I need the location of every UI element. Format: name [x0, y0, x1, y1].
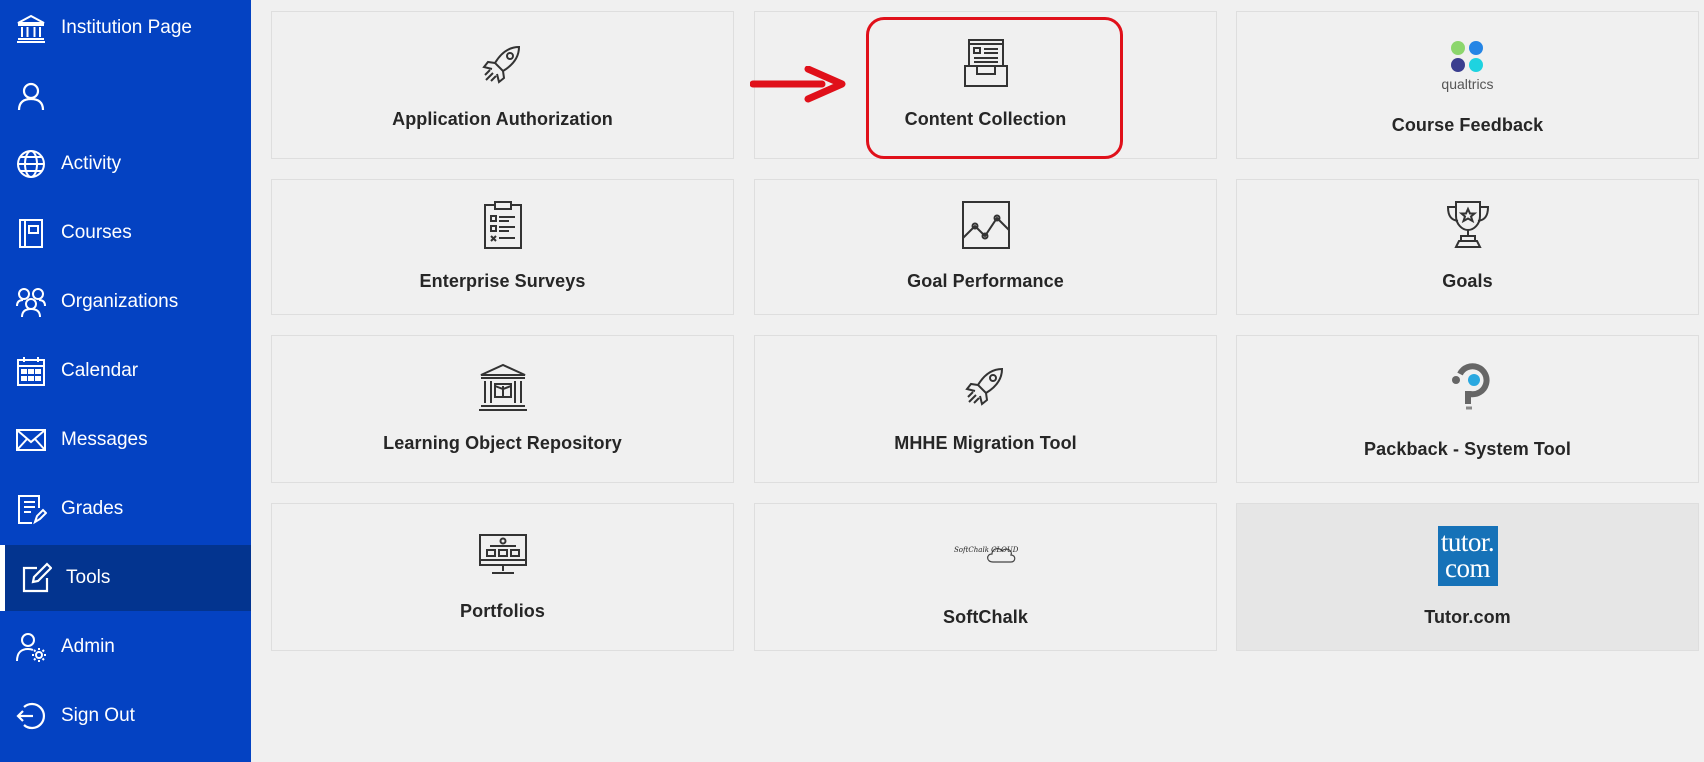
sidebar-nav: Institution Page Activity Courses Organi… — [0, 0, 251, 762]
sidebar-item-label: Sign Out — [61, 705, 135, 726]
tool-tile-label: Goal Performance — [907, 271, 1064, 291]
sidebar-item-label: Calendar — [61, 360, 139, 381]
sidebar-item-profile[interactable] — [0, 63, 251, 129]
sidebar-item-institution-page[interactable]: Institution Page — [0, 0, 251, 61]
softchalk-logo-text: SoftChalk CLOUD — [954, 546, 1019, 554]
tool-tile-label: Tutor.com — [1424, 607, 1511, 627]
rocket-icon — [962, 363, 1010, 411]
sidebar-item-organizations[interactable]: Organizations — [0, 269, 251, 335]
tool-tile-goal-performance[interactable]: Goal Performance — [754, 179, 1217, 315]
tool-tile-label: Enterprise Surveys — [419, 271, 586, 291]
tool-tile-mhhe-migration-tool[interactable]: MHHE Migration Tool — [754, 335, 1217, 483]
rocket-icon — [479, 41, 527, 89]
sidebar-item-tools[interactable]: Tools — [0, 545, 251, 611]
tool-tile-label: SoftChalk — [943, 607, 1028, 627]
tool-tile-learning-object-repository[interactable]: Learning Object Repository — [271, 335, 734, 483]
tool-tile-label: Portfolios — [460, 601, 545, 621]
tutor-logo-icon: tutor.com — [1437, 526, 1498, 586]
tool-tile-application-authorization[interactable]: Application Authorization — [271, 11, 734, 159]
qualtrics-logo-text: qualtrics — [1441, 75, 1494, 92]
globe-icon — [14, 147, 48, 181]
tool-tile-label: Course Feedback — [1391, 115, 1544, 135]
sidebar-item-label: Grades — [61, 498, 124, 519]
tool-tile-goals[interactable]: Goals — [1236, 179, 1699, 315]
repository-icon — [478, 362, 528, 412]
sidebar-item-sign-out[interactable]: Sign Out — [0, 683, 251, 749]
sidebar-item-label: Courses — [61, 222, 132, 243]
line-chart-icon — [961, 200, 1011, 250]
sidebar-item-admin[interactable]: Admin — [0, 614, 251, 680]
annotation-highlight-box — [866, 17, 1123, 159]
tool-tile-label: Packback - System Tool — [1364, 439, 1571, 459]
sidebar-item-label: Activity — [61, 153, 122, 174]
tutor-logo-text: tutor.com — [1437, 526, 1498, 586]
sidebar-item-label: Admin — [61, 636, 115, 657]
tool-tile-course-feedback[interactable]: qualtrics Course Feedback — [1236, 11, 1699, 159]
tool-tile-label: Learning Object Repository — [383, 433, 622, 453]
tool-tile-softchalk[interactable]: SoftChalk CLOUD SoftChalk — [754, 503, 1217, 651]
sign-out-icon — [14, 699, 48, 733]
annotation-arrow — [749, 65, 846, 111]
sidebar-item-messages[interactable]: Messages — [0, 407, 251, 473]
grades-icon — [14, 492, 48, 526]
qualtrics-logo-icon: qualtrics — [1433, 34, 1503, 96]
portfolio-icon — [478, 533, 528, 577]
tool-tile-portfolios[interactable]: Portfolios — [271, 503, 734, 651]
sidebar-item-calendar[interactable]: Calendar — [0, 338, 251, 404]
clipboard-icon — [481, 200, 525, 250]
tool-tile-enterprise-surveys[interactable]: Enterprise Surveys — [271, 179, 734, 315]
sidebar-item-activity[interactable]: Activity — [0, 131, 251, 197]
trophy-icon — [1443, 199, 1493, 251]
softchalk-logo-icon: SoftChalk CLOUD — [953, 542, 1019, 566]
sidebar-item-grades[interactable]: Grades — [0, 476, 251, 542]
tool-tile-tutor-com[interactable]: tutor.com Tutor.com — [1236, 503, 1699, 651]
tool-tile-label: MHHE Migration Tool — [894, 433, 1077, 453]
tool-tile-label: Goals — [1442, 271, 1493, 291]
institution-icon — [14, 11, 48, 45]
packback-logo-icon — [1446, 360, 1490, 412]
sidebar-item-label: Messages — [61, 429, 148, 450]
edit-icon — [19, 561, 53, 595]
book-icon — [14, 216, 48, 250]
tool-tile-label: Application Authorization — [392, 109, 613, 129]
admin-gear-icon — [14, 630, 48, 664]
sidebar-item-label: Organizations — [61, 291, 179, 312]
calendar-icon — [14, 354, 48, 388]
sidebar-item-label: Institution Page — [61, 17, 192, 38]
tool-tile-packback[interactable]: Packback - System Tool — [1236, 335, 1699, 483]
profile-icon — [14, 79, 48, 113]
sidebar-item-courses[interactable]: Courses — [0, 200, 251, 266]
sidebar-item-label: Tools — [66, 567, 111, 588]
envelope-icon — [14, 423, 48, 457]
people-icon — [14, 285, 48, 319]
